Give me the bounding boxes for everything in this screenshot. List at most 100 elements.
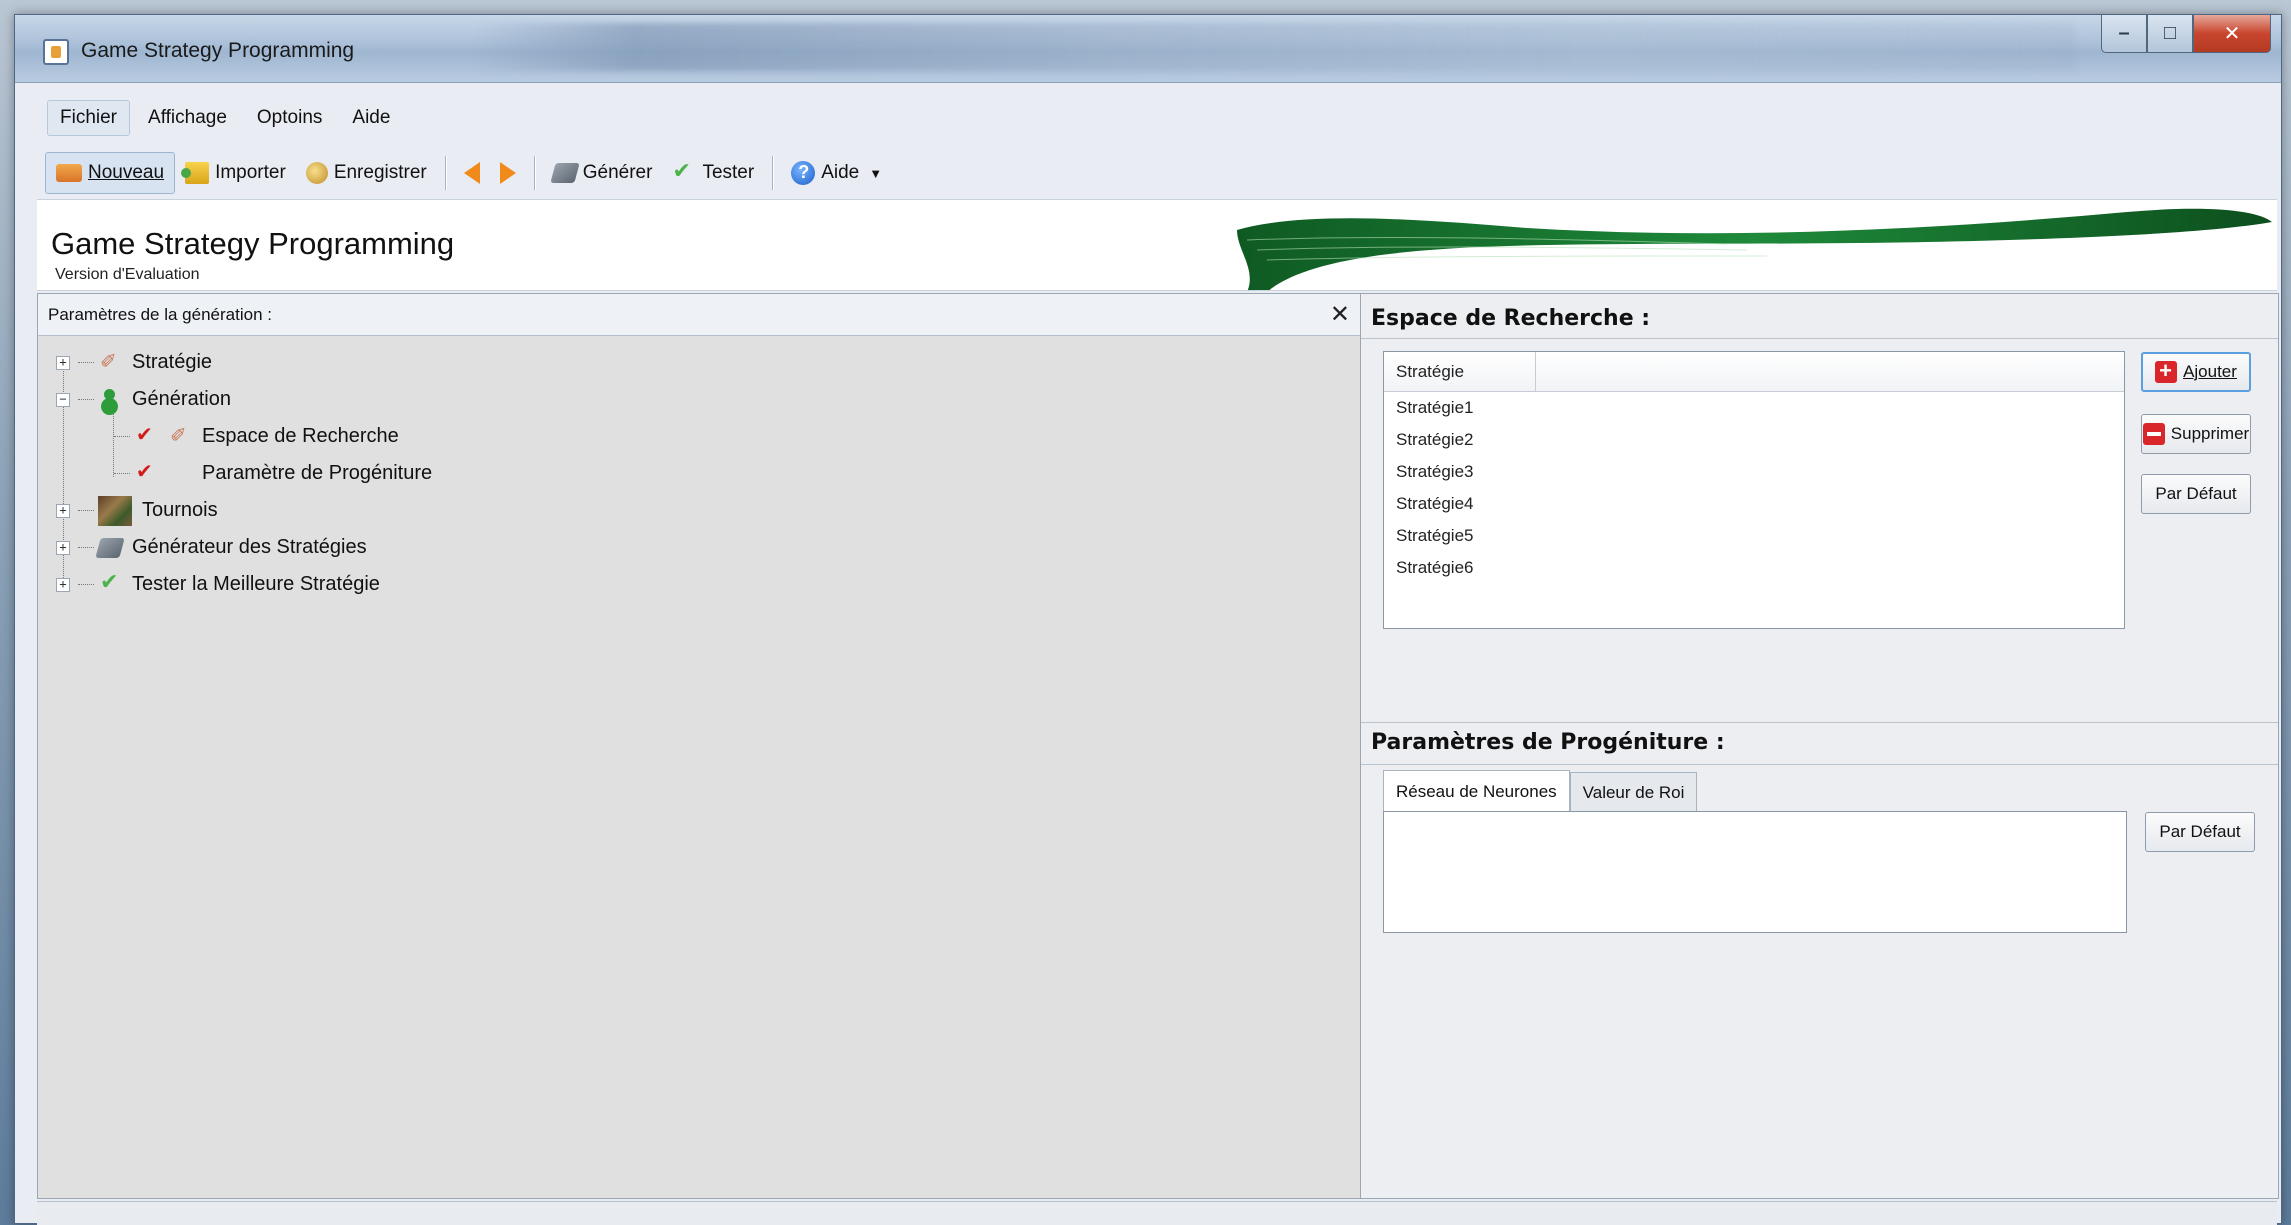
toolbar-separator: [772, 156, 774, 190]
offspring-tabs: Réseau de Neurones Valeur de Roi: [1383, 770, 1698, 812]
tournament-icon: [98, 495, 132, 526]
test-label: Tester: [702, 162, 755, 183]
strategy-list[interactable]: Stratégie Stratégie1 Stratégie2 Stratégi…: [1383, 351, 2125, 629]
left-panel-title: Paramètres de la génération :: [48, 304, 272, 324]
help-label: Aide: [821, 162, 860, 183]
toolbar: Nouveau Importer Enregistrer Générer Tes…: [37, 148, 2271, 198]
dropdown-caret-icon: ▼: [869, 165, 883, 181]
list-item[interactable]: Stratégie5: [1384, 520, 2124, 552]
red-check-icon: [134, 422, 158, 449]
offspring-title: Paramètres de Progéniture :: [1371, 730, 1725, 755]
tree-node-label: Paramètre de Progéniture: [202, 462, 433, 484]
left-panel-header: Paramètres de la génération : ✕: [38, 294, 1360, 336]
default-label: Par Défaut: [2159, 822, 2241, 841]
close-panel-icon[interactable]: ✕: [1330, 302, 1350, 327]
minimize-button[interactable]: –: [2101, 15, 2147, 53]
section-divider: [1361, 722, 2278, 723]
tree-node-espace-de-recherche[interactable]: Espace de Recherche: [56, 418, 756, 455]
window-title: Game Strategy Programming: [81, 39, 355, 62]
tree-connector: [78, 510, 94, 511]
tree-node-parametre-progeniture[interactable]: Paramètre de Progéniture: [56, 455, 756, 492]
tree-node-strategie[interactable]: + Stratégie: [56, 344, 756, 381]
tree-node-generateur-strategies[interactable]: + Générateur des Stratégies: [56, 529, 756, 566]
checkmark-icon: [672, 159, 696, 184]
section-divider: [1361, 764, 2278, 765]
banner-subtitle: Version d'Evaluation: [55, 266, 200, 283]
list-item[interactable]: Stratégie3: [1384, 456, 2124, 488]
generate-button[interactable]: Générer: [543, 152, 663, 194]
generation-tree: + Stratégie − Génération Espace de Reche…: [56, 344, 756, 603]
title-bar-glass: [475, 23, 2075, 71]
help-button[interactable]: Aide ▼: [781, 152, 892, 194]
settings-panel: Espace de Recherche : Stratégie Stratégi…: [1361, 293, 2279, 1199]
collapse-icon[interactable]: −: [56, 392, 70, 407]
add-icon: [2155, 358, 2178, 384]
expand-icon[interactable]: +: [56, 540, 70, 555]
import-label: Importer: [215, 162, 286, 183]
forward-button[interactable]: [490, 152, 526, 194]
list-item[interactable]: Stratégie4: [1384, 488, 2124, 520]
toolbar-separator: [533, 156, 535, 190]
save-label: Enregistrer: [333, 162, 427, 183]
default-button-search[interactable]: Par Défaut: [2141, 474, 2251, 514]
arrow-right-icon: [499, 162, 516, 184]
save-icon: [305, 162, 328, 184]
new-button[interactable]: Nouveau: [45, 152, 176, 194]
save-button[interactable]: Enregistrer: [296, 152, 437, 194]
tree-connector: [78, 399, 94, 400]
list-item[interactable]: Stratégie1: [1384, 392, 2124, 424]
green-check-icon: [98, 570, 122, 597]
column-header-strategie[interactable]: Stratégie: [1384, 352, 1536, 391]
menu-fichier[interactable]: Fichier: [47, 100, 131, 136]
expand-icon[interactable]: +: [56, 355, 70, 370]
maximize-button[interactable]: □: [2147, 15, 2193, 53]
default-button-offspring[interactable]: Par Défaut: [2145, 812, 2255, 852]
expand-icon[interactable]: +: [56, 577, 70, 592]
tree-connector: [78, 547, 94, 548]
tab-reseau-de-neurones[interactable]: Réseau de Neurones: [1383, 770, 1570, 812]
menu-options[interactable]: Optoins: [245, 101, 334, 135]
banner-title: Game Strategy Programming: [51, 226, 455, 261]
new-label: Nouveau: [88, 162, 165, 183]
app-banner: Game Strategy Programming Version d'Eval…: [37, 199, 2277, 291]
close-button[interactable]: ✕: [2193, 15, 2271, 53]
tree-connector: [78, 362, 94, 363]
person-icon: [98, 388, 122, 412]
app-window: Game Strategy Programming – □ ✕ Fichier …: [14, 14, 2282, 1225]
list-item[interactable]: Stratégie2: [1384, 424, 2124, 456]
window-controls: – □ ✕: [2101, 15, 2271, 57]
tree-node-generation[interactable]: − Génération: [56, 381, 756, 418]
import-button[interactable]: Importer: [175, 152, 296, 194]
back-button[interactable]: [454, 152, 490, 194]
menu-aide[interactable]: Aide: [340, 101, 402, 135]
tree-node-label: Espace de Recherche: [202, 425, 399, 447]
menu-affichage[interactable]: Affichage: [136, 101, 239, 135]
tree-connector: [114, 436, 130, 437]
section-divider: [1361, 338, 2278, 339]
list-header: Stratégie: [1384, 352, 2124, 392]
banner-swoosh-graphic: [1237, 208, 2272, 290]
generate-label: Générer: [582, 162, 653, 183]
generate-icon: [550, 163, 580, 183]
tab-content: [1383, 811, 2127, 933]
tree-node-tournois[interactable]: + Tournois: [56, 492, 756, 529]
tree-node-label: Générateur des Stratégies: [132, 536, 367, 558]
tree-node-tester-meilleure-strategie[interactable]: + Tester la Meilleure Stratégie: [56, 566, 756, 603]
list-item[interactable]: Stratégie6: [1384, 552, 2124, 584]
tree-node-label: Stratégie: [132, 351, 213, 373]
add-button[interactable]: Ajouter: [2141, 352, 2251, 392]
tree-node-label: Tournois: [142, 499, 218, 521]
blank-icon: [168, 462, 192, 486]
test-button[interactable]: Tester: [662, 152, 764, 194]
expand-icon[interactable]: +: [56, 503, 70, 518]
generate-icon: [95, 537, 125, 558]
delete-button[interactable]: Supprimer: [2141, 414, 2251, 454]
default-label: Par Défaut: [2155, 484, 2237, 503]
title-bar[interactable]: Game Strategy Programming – □ ✕: [15, 15, 2281, 83]
arrow-left-icon: [463, 162, 480, 184]
tree-connector: [114, 473, 130, 474]
delete-label: Supprimer: [2170, 424, 2250, 443]
import-icon: [181, 162, 210, 184]
strategy-icon: [98, 349, 122, 375]
tab-valeur-de-roi[interactable]: Valeur de Roi: [1569, 772, 1698, 812]
